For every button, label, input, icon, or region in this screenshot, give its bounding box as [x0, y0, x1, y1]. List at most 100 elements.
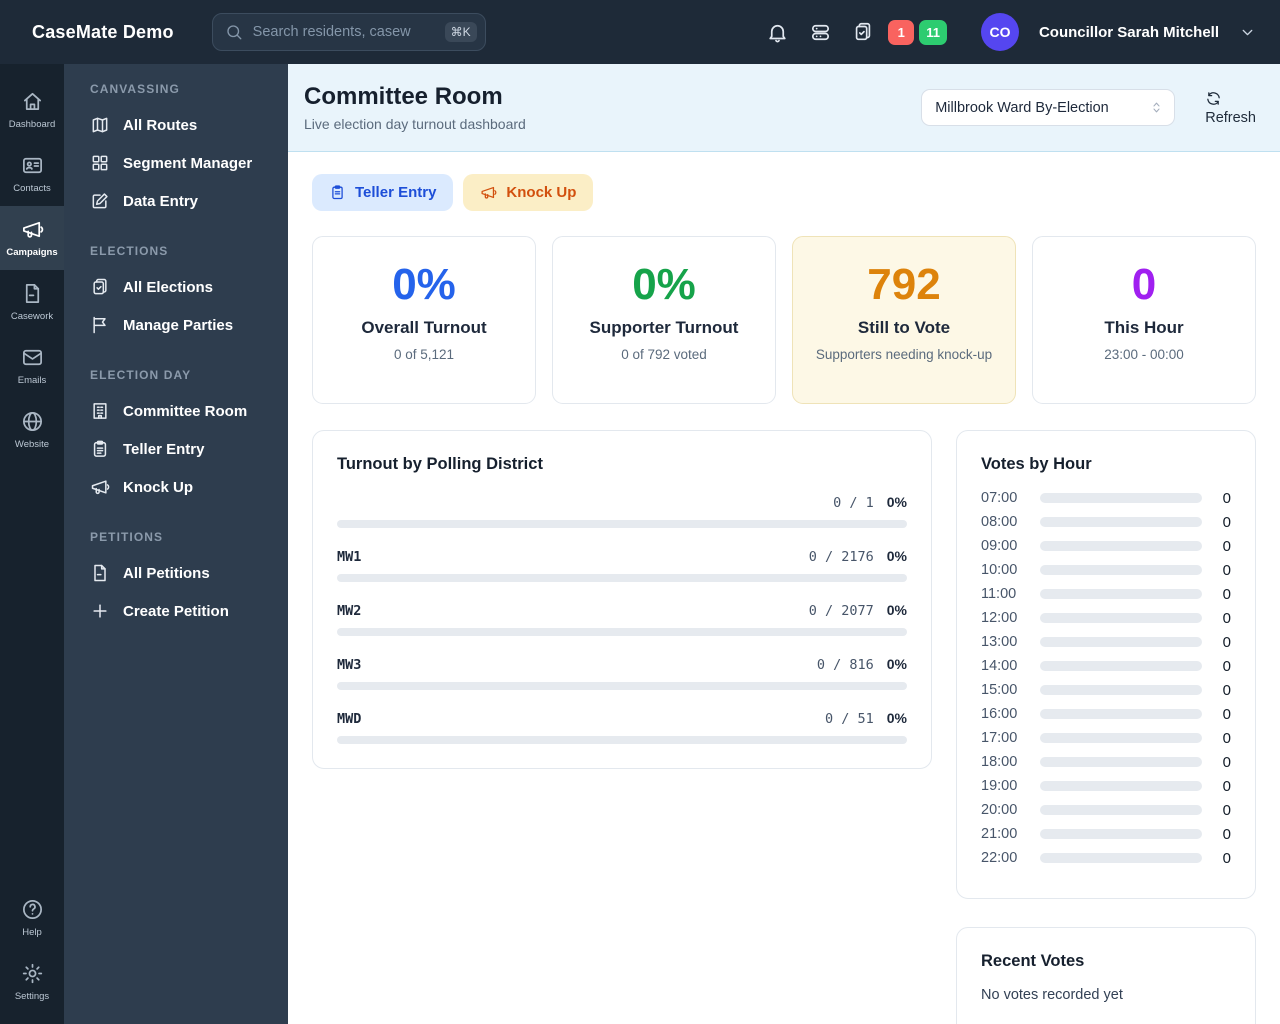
search-box[interactable]: ⌘K — [211, 13, 486, 51]
hour-label: 16:00 — [981, 706, 1018, 722]
sidebar-section-canvassing: CANVASSING All Routes Segment Manager Da… — [90, 82, 272, 220]
stat-sub: Supporters needing knock-up — [815, 347, 993, 362]
rail-item-contacts[interactable]: Contacts — [0, 142, 64, 206]
hour-bar — [1040, 541, 1202, 551]
election-select-value: Millbrook Ward By-Election — [935, 99, 1109, 116]
user-name: Councillor Sarah Mitchell — [1038, 23, 1219, 41]
stat-sub: 0 of 792 voted — [621, 347, 707, 362]
rail-item-settings[interactable]: Settings — [0, 950, 64, 1014]
rail-item-help[interactable]: Help — [0, 886, 64, 950]
sidebar-item-committee-room[interactable]: Committee Room — [90, 392, 272, 430]
rail-item-campaigns[interactable]: Campaigns — [0, 206, 64, 270]
hour-label: 08:00 — [981, 514, 1018, 530]
quick-actions: Teller Entry Knock Up — [312, 174, 1256, 211]
refresh-button[interactable]: Refresh — [1205, 90, 1256, 126]
district-percent: 0% — [886, 656, 907, 672]
sidebar-item-manage-parties[interactable]: Manage Parties — [90, 306, 272, 344]
search-input[interactable] — [250, 23, 437, 41]
hour-bar — [1040, 661, 1202, 671]
hour-label: 13:00 — [981, 634, 1018, 650]
pencil-square-icon — [92, 193, 108, 209]
hour-row: 10:00 0 — [981, 558, 1231, 582]
notifications-button[interactable] — [766, 21, 789, 44]
topbar: CaseMate Demo ⌘K 1 11 CO Councillor Sara… — [0, 0, 1280, 64]
user-avatar[interactable]: CO — [980, 13, 1019, 51]
sidebar-item-all-petitions[interactable]: All Petitions — [90, 554, 272, 592]
stat-card-still-to-vote: 792 Still to Vote Supporters needing kno… — [792, 236, 1016, 404]
bell-icon — [769, 24, 786, 42]
document-icon — [25, 284, 39, 303]
hour-value: 0 — [1222, 657, 1231, 675]
hour-row: 18:00 0 — [981, 750, 1231, 774]
district-label: MW1 — [337, 549, 362, 565]
hour-value: 0 — [1222, 705, 1231, 723]
district-count: 0 / 2176 — [808, 549, 874, 565]
rail-item-dashboard[interactable]: Dashboard — [0, 78, 64, 142]
progress-bar — [337, 682, 907, 690]
hour-bar — [1040, 517, 1202, 527]
alert-count-badge[interactable]: 1 — [888, 19, 915, 45]
district-row: MW3 0 / 816 0% — [337, 656, 907, 690]
hour-row: 17:00 0 — [981, 726, 1231, 750]
sidebar-item-all-routes[interactable]: All Routes — [90, 106, 272, 144]
sidebar-item-data-entry[interactable]: Data Entry — [90, 182, 272, 220]
stat-cards: 0% Overall Turnout 0 of 5,121 0% Support… — [312, 236, 1256, 404]
hour-value: 0 — [1222, 489, 1231, 507]
hour-row: 22:00 0 — [981, 846, 1231, 870]
stat-card-this-hour: 0 This Hour 23:00 - 00:00 — [1032, 236, 1256, 404]
app-logo[interactable]: CaseMate Demo — [32, 22, 174, 43]
hour-label: 17:00 — [981, 730, 1018, 746]
sidebar-section-election-day: ELECTION DAY Committee Room Teller Entry… — [90, 368, 272, 506]
sidebar-item-segment-manager[interactable]: Segment Manager — [90, 144, 272, 182]
hour-bar — [1040, 829, 1202, 839]
district-label: MWD — [337, 711, 362, 727]
section-title: PETITIONS — [90, 530, 164, 544]
teller-entry-button[interactable]: Teller Entry — [312, 174, 454, 211]
hour-bar — [1040, 637, 1202, 647]
election-select[interactable]: Millbrook Ward By-Election — [921, 89, 1176, 126]
recent-votes-panel: Recent Votes No votes recorded yet — [956, 927, 1256, 1024]
server-icon — [812, 24, 830, 40]
stat-value: 0% — [392, 260, 456, 309]
votes-by-hour-panel: Votes by Hour 07:00 0 08:00 0 09:00 0 10:00… — [956, 430, 1256, 899]
sidebar-item-knock-up[interactable]: Knock Up — [90, 468, 272, 506]
app-window: CaseMate Demo ⌘K 1 11 CO Councillor Sara… — [0, 0, 1280, 1024]
page-heading-group: Committee Room Live election day turnout… — [304, 83, 526, 132]
grid-icon — [92, 155, 108, 171]
system-status-button[interactable] — [809, 21, 832, 44]
envelope-icon — [22, 349, 42, 366]
stat-value: 0% — [632, 260, 696, 309]
sidebar-item-create-petition[interactable]: Create Petition — [90, 592, 272, 630]
hour-bar — [1040, 565, 1202, 575]
hour-bar — [1040, 685, 1202, 695]
hour-label: 10:00 — [981, 562, 1018, 578]
tasks-button[interactable] — [852, 21, 874, 43]
hour-value: 0 — [1222, 633, 1231, 651]
sidebar-item-all-elections[interactable]: All Elections — [90, 268, 272, 306]
hour-bar — [1040, 733, 1202, 743]
knock-up-button[interactable]: Knock Up — [463, 174, 594, 211]
hour-bar — [1040, 589, 1202, 599]
topbar-right: 1 11 CO Councillor Sarah Mitchell — [766, 13, 1256, 51]
refresh-icon — [1207, 91, 1221, 105]
hour-label: 07:00 — [981, 490, 1018, 506]
clipboard-tasks-icon — [855, 22, 871, 41]
panel-title: Recent Votes — [981, 952, 1085, 970]
hour-bar — [1040, 781, 1202, 791]
rail-item-website[interactable]: Website — [0, 398, 64, 462]
count-badges: 1 11 — [888, 19, 947, 45]
hour-row: 16:00 0 — [981, 702, 1231, 726]
stat-label: This Hour — [1104, 318, 1184, 337]
hour-row: 15:00 0 — [981, 678, 1231, 702]
success-count-badge[interactable]: 11 — [919, 19, 947, 45]
turnout-by-district-panel: Turnout by Polling District 0 / 1 0% MW1 0… — [312, 430, 932, 769]
hour-bar — [1040, 709, 1202, 719]
user-menu-button[interactable] — [1239, 24, 1256, 41]
hour-value: 0 — [1222, 561, 1231, 579]
district-percent: 0% — [886, 494, 907, 510]
sidebar-item-teller-entry[interactable]: Teller Entry — [90, 430, 272, 468]
district-row: MWD 0 / 51 0% — [337, 710, 907, 744]
progress-bar — [337, 520, 907, 528]
rail-item-casework[interactable]: Casework — [0, 270, 64, 334]
rail-item-emails[interactable]: Emails — [0, 334, 64, 398]
